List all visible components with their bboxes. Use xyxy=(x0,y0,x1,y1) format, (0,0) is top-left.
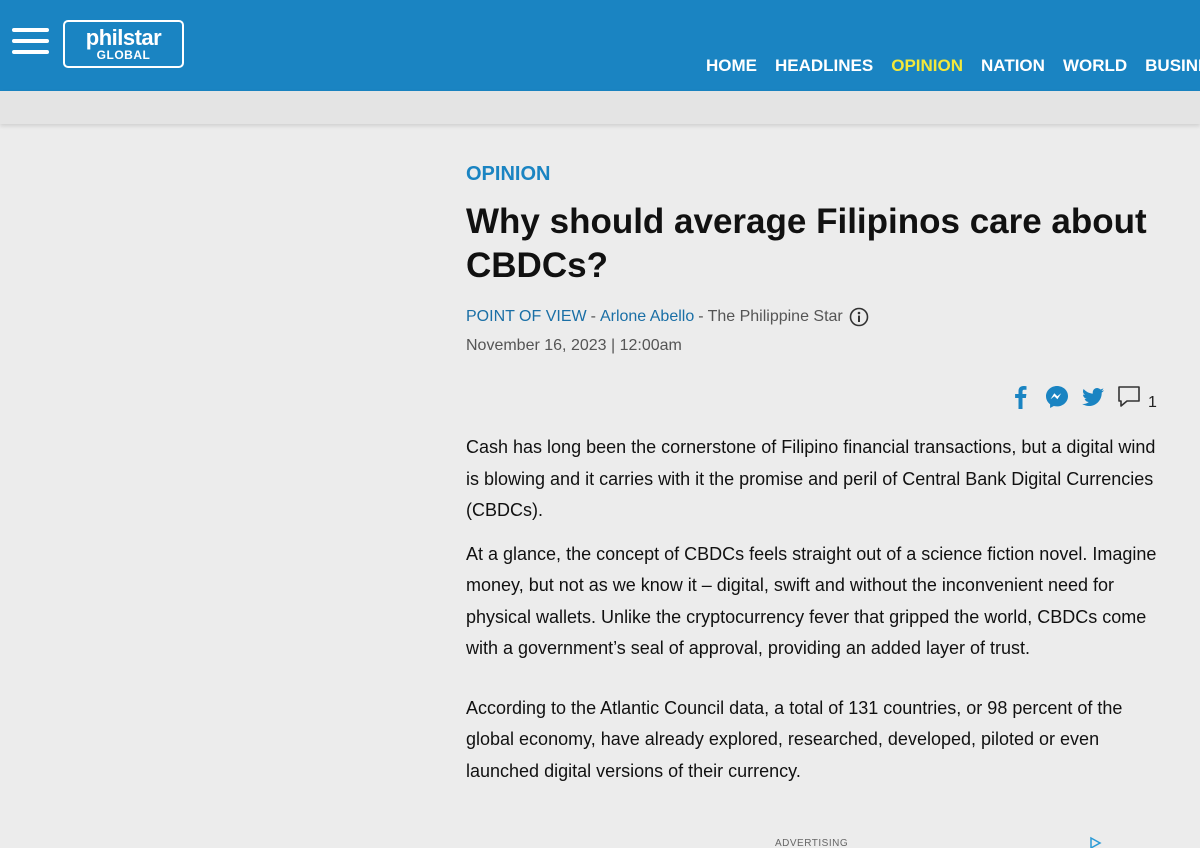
facebook-icon[interactable] xyxy=(1008,384,1034,410)
article-title: Why should average Filipinos care about … xyxy=(466,202,1147,285)
byline-separator: - xyxy=(590,308,596,325)
author-link[interactable]: Arlone Abello xyxy=(600,306,694,328)
byline-separator: - xyxy=(698,308,704,325)
comment-count[interactable]: 1 xyxy=(1148,394,1157,412)
logo-subtitle: GLOBAL xyxy=(96,48,151,62)
nav-nation[interactable]: NATION xyxy=(981,56,1045,76)
publication-name: The Philippine Star xyxy=(707,308,843,325)
main-nav: HOME HEADLINES OPINION NATION WORLD BUSI… xyxy=(706,56,1200,76)
article-paragraph: At a glance, the concept of CBDCs feels … xyxy=(466,543,1157,659)
menu-icon[interactable] xyxy=(12,28,49,54)
share-bar: 1 xyxy=(1008,382,1157,412)
column-link[interactable]: POINT OF VIEW xyxy=(466,306,587,328)
publish-date: November 16, 2023 | 12:00am xyxy=(466,337,682,354)
article: OPINION Why should average Filipinos car… xyxy=(466,160,1166,357)
twitter-icon[interactable] xyxy=(1080,384,1106,410)
nav-world[interactable]: WORLD xyxy=(1063,56,1127,76)
article-body: Cash has long been the cornerstone of Fi… xyxy=(466,432,1171,799)
section-label[interactable]: OPINION xyxy=(466,160,550,188)
article-paragraph: Cash has long been the cornerstone of Fi… xyxy=(466,437,1156,520)
comment-icon[interactable] xyxy=(1116,384,1142,410)
nav-business[interactable]: BUSINESS xyxy=(1145,56,1200,76)
adchoices-icon[interactable] xyxy=(1088,836,1102,848)
article-paragraph: According to the Atlantic Council data, … xyxy=(466,697,1123,781)
nav-headlines[interactable]: HEADLINES xyxy=(775,56,873,76)
nav-home[interactable]: HOME xyxy=(706,56,757,76)
info-icon[interactable] xyxy=(849,307,869,327)
byline: POINT OF VIEW - Arlone Abello - The Phil… xyxy=(466,306,1166,328)
sub-header-bar xyxy=(0,91,1200,124)
logo-wordmark: philstar xyxy=(85,25,162,50)
advertising-label: ADVERTISING xyxy=(775,838,849,848)
nav-opinion[interactable]: OPINION xyxy=(891,56,963,76)
site-header: philstar GLOBAL HOME HEADLINES OPINION N… xyxy=(0,0,1200,91)
messenger-icon[interactable] xyxy=(1044,384,1070,410)
philstar-logo[interactable]: philstar GLOBAL xyxy=(63,20,184,68)
